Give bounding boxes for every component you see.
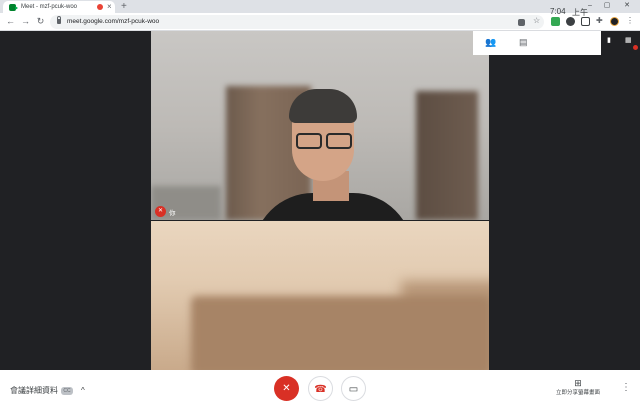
mic-off-icon: ✕: [282, 383, 291, 394]
meeting-stage: ✕ 你: [0, 31, 640, 370]
reload-button[interactable]: ↻: [35, 16, 46, 27]
tab-close-button[interactable]: ×: [107, 2, 112, 12]
present-now-button[interactable]: ⊞ 立即分享螢幕畫面: [553, 378, 603, 396]
glasses-right: [326, 133, 352, 149]
tab-title: Meet - mzf-pcuk-woo: [21, 4, 78, 10]
window-close-button[interactable]: ✕: [620, 0, 634, 13]
present-now-label: 立即分享螢幕畫面: [555, 390, 600, 396]
mic-toggle-button[interactable]: ✕: [274, 376, 299, 401]
hangup-icon: ☎: [314, 384, 327, 395]
browser-tab[interactable]: Meet - mzf-pcuk-woo ×: [3, 1, 115, 13]
profile-avatar[interactable]: [610, 17, 619, 26]
background-sofa: [191, 296, 489, 370]
pin-icon[interactable]: ▮: [607, 36, 611, 44]
extensions-puzzle-icon[interactable]: ✚: [596, 16, 605, 25]
meeting-details-label: 會議詳細資料: [10, 386, 58, 395]
recording-indicator-icon: [97, 4, 103, 10]
meeting-ampm: 上午: [572, 8, 588, 17]
self-preview-thumbnail[interactable]: ▮ ▦: [601, 31, 640, 55]
people-icon[interactable]: 👥: [485, 37, 496, 48]
person-hair: [289, 89, 357, 123]
url-text: meet.google.com/mzf-pcuk-woo: [67, 18, 160, 25]
camera-icon: ▭: [348, 384, 359, 395]
browser-menu-icon[interactable]: ⋮: [626, 16, 635, 25]
bottom-control-bar: 會議詳細資料 CC ^ ✕ ☎ ▭ ⊞ 立即分享螢幕畫面 ⋮: [0, 370, 640, 406]
camera-permission-icon[interactable]: [518, 19, 525, 26]
extension-2-icon[interactable]: [566, 17, 575, 26]
tab-strip: Meet - mzf-pcuk-woo × + – ▢ ✕: [0, 0, 640, 13]
self-name-label: ✕ 你: [155, 206, 176, 217]
address-bar[interactable]: meet.google.com/mzf-pcuk-woo: [50, 15, 544, 29]
more-options-icon[interactable]: ⋮: [621, 382, 631, 393]
present-screen-icon: ⊞: [574, 378, 582, 388]
chevron-up-icon[interactable]: ^: [81, 386, 85, 395]
lock-icon: [57, 16, 61, 24]
meet-favicon-icon: [9, 3, 18, 11]
glasses-left: [296, 133, 322, 149]
background-door: [416, 91, 478, 220]
mic-off-badge-icon: [633, 45, 638, 50]
chat-icon[interactable]: ▤: [519, 37, 528, 48]
extension-3-icon[interactable]: [581, 17, 590, 26]
meeting-details-button[interactable]: 會議詳細資料 CC ^: [10, 385, 85, 396]
self-name: 你: [169, 209, 176, 217]
new-tab-button[interactable]: +: [121, 0, 127, 13]
camera-toggle-button[interactable]: ▭: [341, 376, 366, 401]
extension-1-icon[interactable]: [551, 17, 560, 26]
participant-tile-self: [151, 31, 489, 220]
forward-button[interactable]: →: [20, 16, 31, 27]
bookmark-star-icon[interactable]: ☆: [533, 16, 542, 25]
meeting-time: 7:04: [550, 7, 566, 16]
back-button[interactable]: ←: [5, 16, 16, 27]
captions-icon[interactable]: CC: [61, 386, 73, 395]
mic-off-icon: ✕: [155, 206, 166, 217]
grid-icon[interactable]: ▦: [625, 36, 632, 44]
window-maximize-button[interactable]: ▢: [600, 0, 614, 13]
participant-tile-other: [151, 221, 489, 370]
browser-toolbar: ← → ↻ meet.google.com/mzf-pcuk-woo ☆ ✚ ⋮: [0, 13, 640, 31]
hangup-button[interactable]: ☎: [308, 376, 333, 401]
